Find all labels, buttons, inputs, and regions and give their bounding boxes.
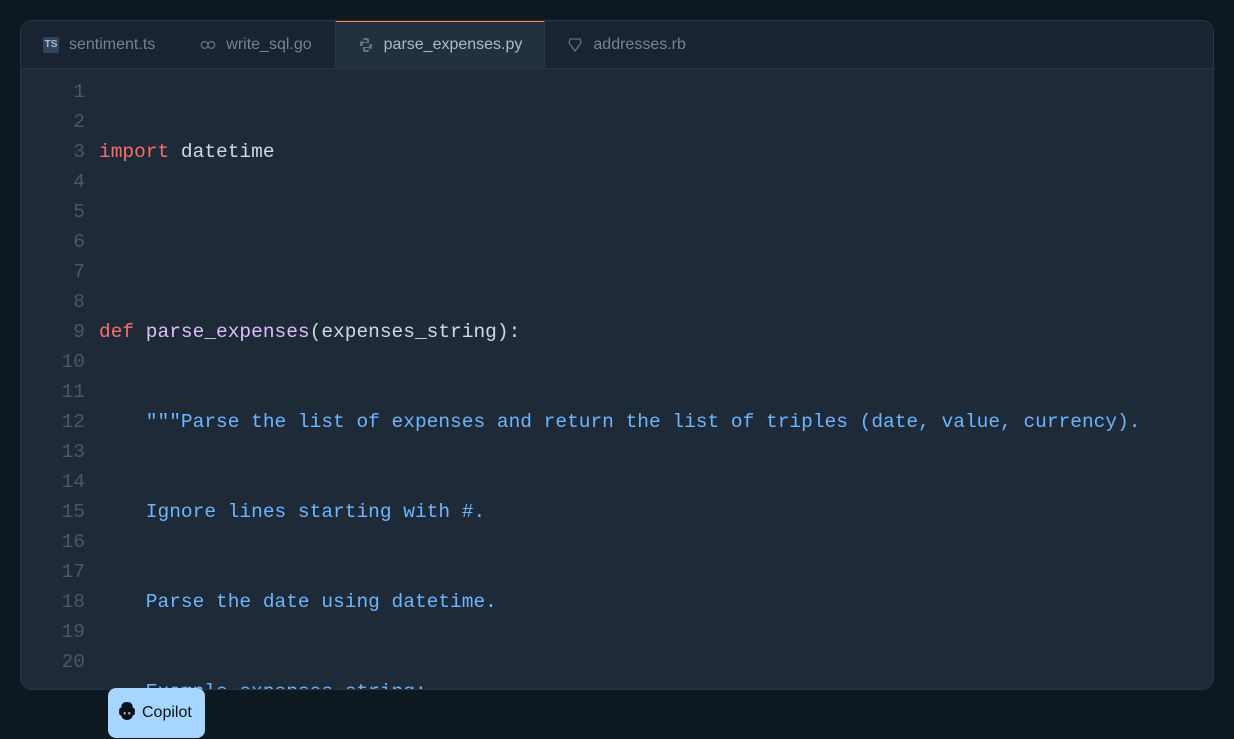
tab-write-sql-go[interactable]: write_sql.go xyxy=(178,21,334,68)
line-number: 8 xyxy=(21,287,85,317)
code-line[interactable]: def parse_expenses(expenses_string): xyxy=(99,317,1213,347)
line-number: 7 xyxy=(21,257,85,287)
py-icon xyxy=(358,37,374,53)
code-line[interactable]: Ignore lines starting with #. xyxy=(99,497,1213,527)
tab-label: addresses.rb xyxy=(593,36,686,54)
tab-bar: TS sentiment.ts write_sql.go parse_expen… xyxy=(21,21,1213,69)
copilot-label: Copilot xyxy=(142,704,192,722)
editor-window: TS sentiment.ts write_sql.go parse_expen… xyxy=(20,20,1214,690)
ts-icon: TS xyxy=(43,37,59,53)
code-line[interactable]: Example expenses_string: xyxy=(99,677,1213,690)
code-content[interactable]: import datetime def parse_expenses(expen… xyxy=(99,77,1213,681)
line-number: 18 xyxy=(21,587,85,617)
code-line[interactable] xyxy=(99,227,1213,257)
line-number: 17 xyxy=(21,557,85,587)
line-number: 5 xyxy=(21,197,85,227)
line-number-gutter: 1 2 3 4 5 6 7 8 9 10 11 12 13 14 15 16 1… xyxy=(21,77,99,681)
tab-label: write_sql.go xyxy=(226,36,311,54)
copilot-icon xyxy=(118,702,136,725)
rb-icon xyxy=(567,37,583,53)
line-number: 2 xyxy=(21,107,85,137)
line-number: 14 xyxy=(21,467,85,497)
line-number: 6 xyxy=(21,227,85,257)
tab-label: parse_expenses.py xyxy=(384,36,523,54)
tab-sentiment-ts[interactable]: TS sentiment.ts xyxy=(21,21,178,68)
line-number: 20 xyxy=(21,647,85,677)
line-number: 11 xyxy=(21,377,85,407)
code-line[interactable]: """Parse the list of expenses and return… xyxy=(99,407,1213,437)
code-line[interactable]: Parse the date using datetime. xyxy=(99,587,1213,617)
line-number: 1 xyxy=(21,77,85,107)
line-number: 15 xyxy=(21,497,85,527)
copilot-badge[interactable]: Copilot xyxy=(108,688,205,738)
line-number: 10 xyxy=(21,347,85,377)
line-number: 4 xyxy=(21,167,85,197)
code-line[interactable]: import datetime xyxy=(99,137,1213,167)
line-number: 13 xyxy=(21,437,85,467)
line-number: 19 xyxy=(21,617,85,647)
tab-parse-expenses-py[interactable]: parse_expenses.py xyxy=(335,20,546,68)
code-editor[interactable]: 1 2 3 4 5 6 7 8 9 10 11 12 13 14 15 16 1… xyxy=(21,69,1213,689)
tab-label: sentiment.ts xyxy=(69,36,155,54)
line-number: 12 xyxy=(21,407,85,437)
tab-addresses-rb[interactable]: addresses.rb xyxy=(545,21,709,68)
go-icon xyxy=(200,37,216,53)
line-number: 3 xyxy=(21,137,85,167)
line-number: 9 xyxy=(21,317,85,347)
line-number: 16 xyxy=(21,527,85,557)
